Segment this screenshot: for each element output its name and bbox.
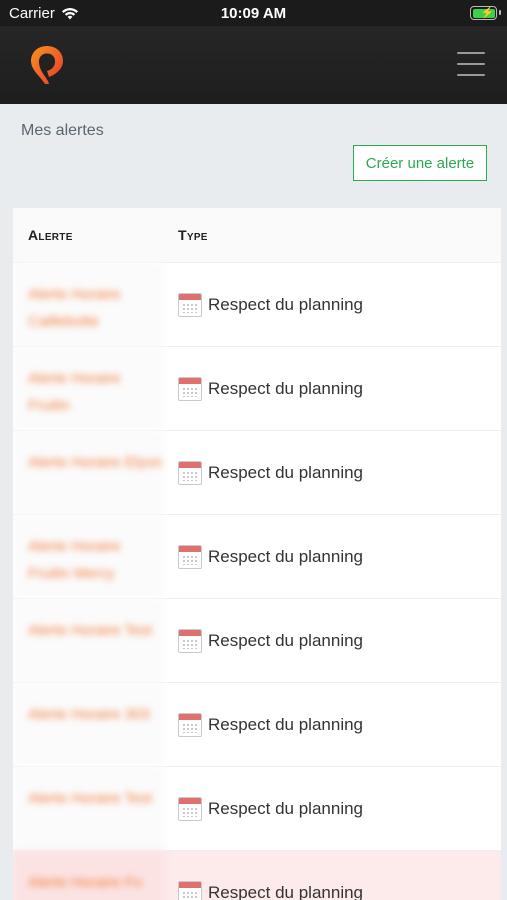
- page-title: Mes alertes: [21, 122, 104, 139]
- page-header: Mes alertes Créer une alerte: [0, 104, 507, 196]
- table-row[interactable]: Alerte Horaire Fruitin Mercy Respect du p…: [13, 515, 501, 599]
- calendar-icon: [178, 628, 202, 653]
- calendar-icon: [178, 712, 202, 737]
- table-row[interactable]: Alerte Horaire Elyon Respect du planning: [13, 431, 501, 515]
- alert-type-label: Respect du planning: [208, 630, 364, 650]
- table-row[interactable]: Alerte Horaire Test Respect du planning: [13, 599, 501, 683]
- alert-name[interactable]: Alerte Horaire Test: [13, 599, 165, 682]
- alert-type-label: Respect du planning: [208, 378, 364, 398]
- clock: 10:09 AM: [220, 5, 287, 22]
- hamburger-menu-icon[interactable]: [457, 52, 485, 76]
- alert-name[interactable]: Alerte Horaire 303: [13, 683, 165, 766]
- calendar-icon: [178, 460, 202, 485]
- alert-type-cell: Respect du planning: [165, 767, 501, 850]
- app-header: [0, 26, 507, 104]
- alert-type-cell: Respect du planning: [165, 431, 501, 514]
- battery-icon: ⚡: [470, 6, 501, 20]
- map-pin-logo-icon[interactable]: [28, 44, 66, 86]
- alert-name[interactable]: Alerte Horaire Fruitin Mercy: [13, 515, 165, 598]
- calendar-icon: [178, 292, 202, 317]
- alert-type-label: Respect du planning: [208, 546, 364, 566]
- alert-type-cell: Respect du planning: [165, 515, 501, 598]
- alert-type-label: Respect du planning: [208, 882, 364, 900]
- table-row[interactable]: Alerte Horaire Caillebotte Respect du pla…: [13, 263, 501, 347]
- status-bar: Carrier 10:09 AM ⚡: [0, 0, 507, 26]
- alert-type-label: Respect du planning: [208, 798, 364, 818]
- table-body: Alerte Horaire Caillebotte Respect du pla…: [13, 263, 501, 900]
- alert-type-cell: Respect du planning: [165, 683, 501, 766]
- alert-type-label: Respect du planning: [208, 714, 364, 734]
- alert-type-label: Respect du planning: [208, 294, 364, 314]
- alert-name[interactable]: Alerte Horaire Fo: [13, 851, 165, 900]
- calendar-icon: [178, 376, 202, 401]
- create-alert-button[interactable]: Créer une alerte: [353, 145, 487, 181]
- column-header-alert[interactable]: Alerte: [13, 227, 165, 243]
- calendar-icon: [178, 544, 202, 569]
- alert-name[interactable]: Alerte Horaire Fruitin: [13, 347, 165, 430]
- alert-type-cell: Respect du planning: [165, 347, 501, 430]
- alert-name[interactable]: Alerte Horaire Test: [13, 767, 165, 850]
- table-row[interactable]: Alerte Horaire Test Respect du planning: [13, 767, 501, 851]
- calendar-icon: [178, 880, 202, 900]
- alert-type-label: Respect du planning: [208, 462, 364, 482]
- alert-type-cell: Respect du planning: [165, 263, 501, 346]
- table-row[interactable]: Alerte Horaire Fo Respect du planning: [13, 851, 501, 900]
- alert-type-cell: Respect du planning: [165, 851, 501, 900]
- alert-type-cell: Respect du planning: [165, 599, 501, 682]
- alerts-table: Alerte Type Alerte Horaire Caillebotte Re…: [13, 208, 501, 900]
- alert-name[interactable]: Alerte Horaire Elyon: [13, 431, 165, 514]
- calendar-icon: [178, 796, 202, 821]
- table-row[interactable]: Alerte Horaire 303 Respect du planning: [13, 683, 501, 767]
- table-header: Alerte Type: [13, 208, 501, 263]
- column-header-type[interactable]: Type: [165, 227, 208, 243]
- alert-name[interactable]: Alerte Horaire Caillebotte: [13, 263, 165, 346]
- table-row[interactable]: Alerte Horaire Fruitin Respect du plannin…: [13, 347, 501, 431]
